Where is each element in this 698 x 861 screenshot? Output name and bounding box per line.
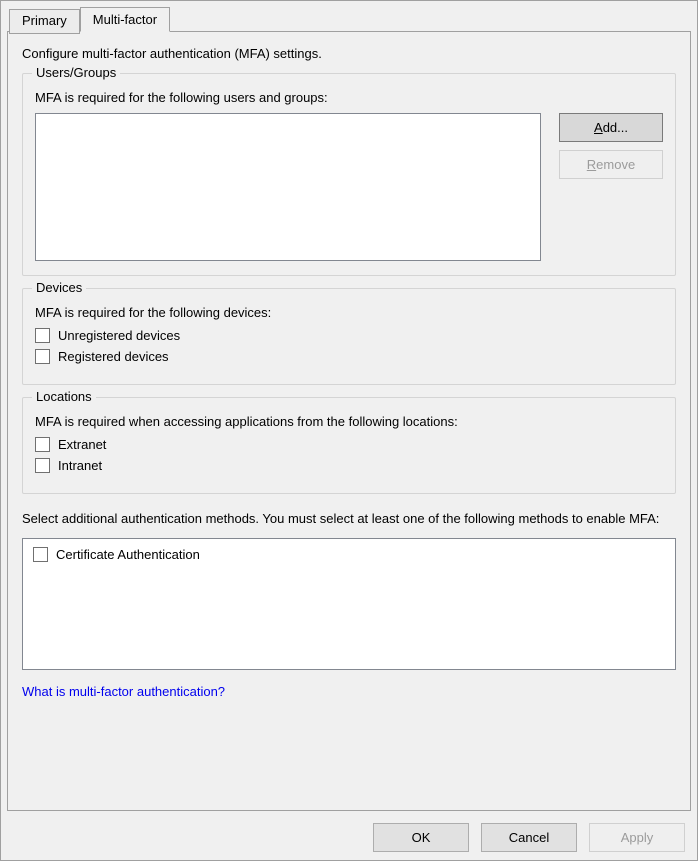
checkbox-row-unregistered[interactable]: Unregistered devices	[35, 328, 663, 343]
label-unregistered: Unregistered devices	[58, 328, 180, 343]
tab-multifactor[interactable]: Multi-factor	[80, 7, 170, 32]
label-methods: Select additional authentication methods…	[22, 510, 676, 528]
tab-panel-multifactor: Configure multi-factor authentication (M…	[7, 31, 691, 811]
groupbox-locations: Locations MFA is required when accessing…	[22, 397, 676, 494]
label-users-groups: MFA is required for the following users …	[35, 90, 663, 105]
mfa-settings-dialog: Primary Multi-factor Configure multi-fac…	[0, 0, 698, 861]
checkbox-registered[interactable]	[35, 349, 50, 364]
checkbox-extranet[interactable]	[35, 437, 50, 452]
tab-primary[interactable]: Primary	[9, 9, 80, 34]
remove-button[interactable]: Remove	[559, 150, 663, 179]
label-cert-auth: Certificate Authentication	[56, 547, 200, 562]
checkbox-unregistered[interactable]	[35, 328, 50, 343]
panel-description: Configure multi-factor authentication (M…	[22, 46, 676, 61]
add-button-rest: dd...	[603, 120, 628, 135]
cancel-button[interactable]: Cancel	[481, 823, 577, 852]
add-button[interactable]: Add...	[559, 113, 663, 142]
add-accel: A	[594, 120, 603, 135]
groupbox-users-groups: Users/Groups MFA is required for the fol…	[22, 73, 676, 276]
legend-users-groups: Users/Groups	[32, 65, 120, 80]
groupbox-devices: Devices MFA is required for the followin…	[22, 288, 676, 385]
checkbox-row-extranet[interactable]: Extranet	[35, 437, 663, 452]
checkbox-row-registered[interactable]: Registered devices	[35, 349, 663, 364]
checkbox-row-intranet[interactable]: Intranet	[35, 458, 663, 473]
ok-button[interactable]: OK	[373, 823, 469, 852]
label-extranet: Extranet	[58, 437, 106, 452]
dialog-button-row: OK Cancel Apply	[7, 811, 691, 854]
methods-listbox: Certificate Authentication	[22, 538, 676, 670]
help-link-mfa[interactable]: What is multi-factor authentication?	[22, 684, 676, 699]
users-groups-buttons: Add... Remove	[559, 113, 663, 261]
users-groups-listbox[interactable]	[35, 113, 541, 261]
checkbox-intranet[interactable]	[35, 458, 50, 473]
tab-strip: Primary Multi-factor	[9, 7, 691, 32]
label-devices: MFA is required for the following device…	[35, 305, 663, 320]
remove-button-rest: emove	[596, 157, 635, 172]
checkbox-cert-auth[interactable]	[33, 547, 48, 562]
checkbox-row-cert-auth[interactable]: Certificate Authentication	[33, 547, 665, 562]
apply-button[interactable]: Apply	[589, 823, 685, 852]
label-intranet: Intranet	[58, 458, 102, 473]
label-registered: Registered devices	[58, 349, 169, 364]
legend-locations: Locations	[32, 389, 96, 404]
legend-devices: Devices	[32, 280, 86, 295]
label-locations: MFA is required when accessing applicati…	[35, 414, 663, 429]
remove-accel: R	[587, 157, 596, 172]
